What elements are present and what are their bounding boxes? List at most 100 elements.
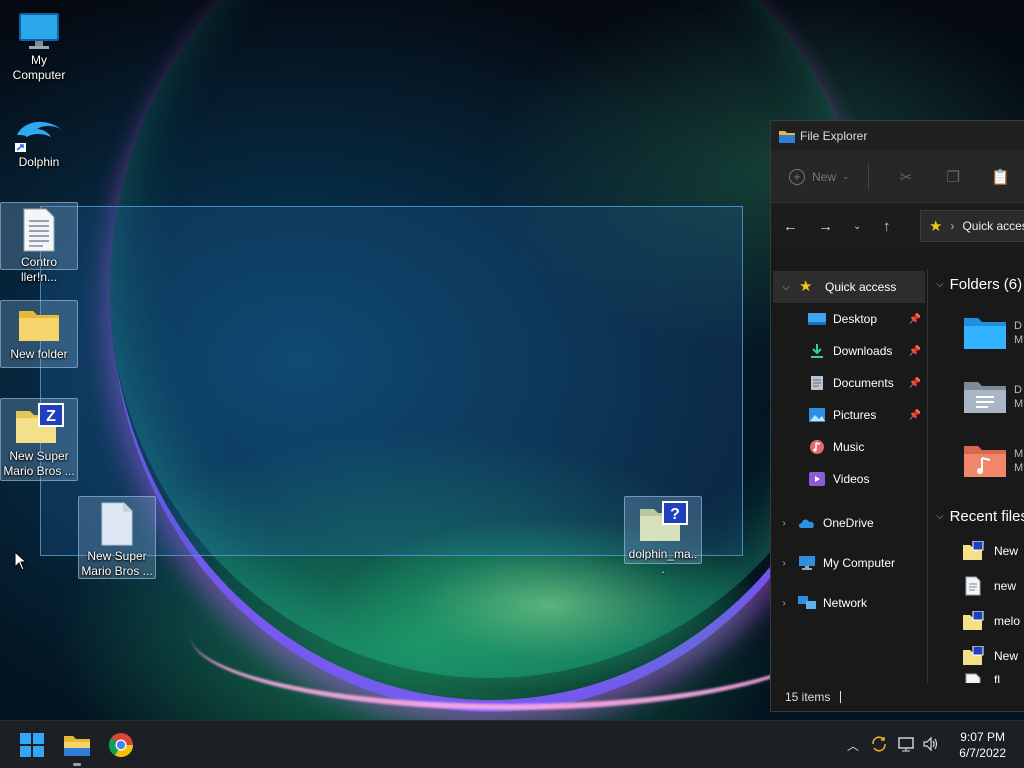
tile-label: M xyxy=(1014,448,1024,460)
sidebar-item-label: Pictures xyxy=(833,408,877,422)
svg-text:?: ? xyxy=(670,506,680,523)
desktop-icon-label: New folder xyxy=(10,347,68,361)
folder-tile-music[interactable]: MM xyxy=(936,429,1024,493)
desktop-icon-label: New Super Mario Bros ... xyxy=(81,549,153,578)
sidebar-item-pictures[interactable]: Pictures 📌 xyxy=(771,399,927,431)
status-divider xyxy=(840,691,842,703)
status-bar: 15 items xyxy=(771,683,1024,711)
network-status-icon[interactable] xyxy=(898,735,916,753)
sidebar-item-my-computer[interactable]: › My Computer xyxy=(771,543,927,583)
pin-icon: 📌 xyxy=(908,313,921,325)
recent-file-row[interactable]: melo xyxy=(936,603,1024,638)
recent-file-row[interactable]: New xyxy=(936,638,1024,673)
music-icon xyxy=(810,440,824,454)
desktop-icon-dolphin-zip[interactable]: ? dolphin_ma... xyxy=(624,496,702,576)
chevron-right-icon[interactable]: › xyxy=(771,558,797,569)
tile-label: D xyxy=(1014,320,1022,332)
sidebar-item-documents[interactable]: Documents 📌 xyxy=(771,367,927,399)
sidebar-item-quick-access[interactable]: ⌵ ★ Quick access xyxy=(773,271,925,303)
sidebar-item-network[interactable]: › Network xyxy=(771,583,927,623)
start-windows-icon[interactable] xyxy=(16,729,48,761)
new-button[interactable]: + New ⌄ xyxy=(789,168,850,185)
taskbar: ︿ 9:07 PM 6/7/2022 xyxy=(0,720,1024,768)
folders-section-header[interactable]: ⌵ Folders (6) xyxy=(936,269,1024,301)
wallpaper-rim xyxy=(190,560,830,710)
plus-icon: + xyxy=(789,168,805,185)
star-icon: ★ xyxy=(799,278,813,295)
item-count: 15 items xyxy=(785,690,831,704)
recent-file-label: New xyxy=(994,648,1019,663)
sidebar-item-label: Quick access xyxy=(825,280,897,294)
picture-icon xyxy=(809,408,825,422)
address-location: Quick access xyxy=(962,219,1024,233)
recent-file-row[interactable]: new xyxy=(936,568,1024,603)
folder-icon xyxy=(779,130,795,143)
sidebar-item-label: Documents xyxy=(833,376,894,390)
desktop-icon-mario-zip[interactable]: Z New Super Mario Bros ... xyxy=(0,398,78,481)
recent-heading: Recent files xyxy=(949,507,1024,525)
window-title: File Explorer xyxy=(800,129,868,143)
clock-time: 9:07 PM xyxy=(960,730,1005,744)
file-explorer-window[interactable]: File Explorer + New ⌄ ✂ ❐ 📋 ← → ⌄ ↑ ★ › … xyxy=(770,120,1024,712)
file-explorer-taskbar-icon[interactable] xyxy=(61,729,93,761)
desktop-icon xyxy=(808,313,826,325)
chrome-icon[interactable] xyxy=(105,729,137,761)
video-icon xyxy=(809,472,825,486)
sidebar-item-label: My Computer xyxy=(823,556,896,570)
monitor-icon xyxy=(799,556,815,570)
tile-sublabel: M xyxy=(1014,398,1024,410)
folder-tile-desktop[interactable]: DM xyxy=(936,301,1024,365)
sidebar-item-desktop[interactable]: Desktop 📌 xyxy=(771,303,927,335)
cloud-icon xyxy=(798,519,814,528)
content-pane: ⌵ Folders (6) DM DM MM ⌵ Recent files Ne… xyxy=(928,269,1024,685)
navigation-pane: ⌵ ★ Quick access Desktop 📌 Downloads 📌 D… xyxy=(771,269,928,685)
dolphin-icon xyxy=(15,121,61,152)
chevron-down-icon: ⌵ xyxy=(936,278,944,290)
active-app-indicator xyxy=(73,763,81,766)
recent-files-section-header[interactable]: ⌵ Recent files xyxy=(936,499,1024,533)
tile-sublabel: M xyxy=(1014,334,1024,346)
desktop-icon-label: Dolphin xyxy=(18,155,60,169)
up-arrow-icon[interactable]: ↑ xyxy=(883,218,918,235)
folder-tile-documents[interactable]: DM xyxy=(936,365,1024,429)
address-bar[interactable]: ★ › Quick access xyxy=(920,210,1024,242)
recent-locations-chevron-icon[interactable]: ⌄ xyxy=(853,221,883,232)
title-bar[interactable]: File Explorer xyxy=(771,121,1024,151)
pin-icon: 📌 xyxy=(908,377,921,389)
chevron-down-icon[interactable]: ⌵ xyxy=(773,282,799,293)
cut-icon[interactable]: ✂ xyxy=(883,168,930,186)
tile-sublabel: M xyxy=(1014,462,1024,474)
volume-icon[interactable] xyxy=(922,735,940,753)
recent-file-row[interactable]: New xyxy=(936,533,1024,568)
sidebar-item-downloads[interactable]: Downloads 📌 xyxy=(771,335,927,367)
svg-text:Z: Z xyxy=(46,408,56,425)
desktop-icon-new-folder[interactable]: New folder xyxy=(0,300,78,368)
clock[interactable]: 9:07 PM 6/7/2022 xyxy=(959,729,1006,761)
text-file-icon xyxy=(23,208,55,252)
copy-icon[interactable]: ❐ xyxy=(930,168,977,186)
forward-arrow-icon[interactable]: → xyxy=(818,218,853,235)
chevron-right-icon[interactable]: › xyxy=(771,598,797,609)
sidebar-item-onedrive[interactable]: › OneDrive xyxy=(771,503,927,543)
clock-date: 6/7/2022 xyxy=(959,746,1006,760)
zip-folder-icon: ? xyxy=(640,501,688,541)
show-hidden-icons-chevron-icon[interactable]: ︿ xyxy=(847,737,859,754)
desktop-folder-icon xyxy=(964,318,1006,349)
star-icon: ★ xyxy=(929,218,943,235)
sidebar-item-music[interactable]: Music xyxy=(771,431,927,463)
sidebar-item-label: Videos xyxy=(833,472,870,486)
desktop-icon-my-computer[interactable]: My Computer xyxy=(0,6,78,84)
sidebar-item-videos[interactable]: Videos xyxy=(771,463,927,495)
music-folder-icon xyxy=(964,446,1006,477)
folder-icon xyxy=(19,311,59,341)
blank-file-icon xyxy=(101,502,133,546)
desktop-icon-controller-file[interactable]: Contro ller!n... xyxy=(0,202,78,284)
recent-file-label: melo xyxy=(994,613,1021,628)
paste-icon[interactable]: 📋 xyxy=(977,168,1024,186)
chevron-right-icon[interactable]: › xyxy=(771,518,797,529)
desktop-icon-mario-file[interactable]: New Super Mario Bros ... xyxy=(78,496,156,579)
document-icon xyxy=(811,376,823,390)
back-arrow-icon[interactable]: ← xyxy=(783,218,818,235)
desktop-icon-dolphin[interactable]: Dolphin xyxy=(0,110,78,171)
sync-icon[interactable] xyxy=(870,735,888,753)
